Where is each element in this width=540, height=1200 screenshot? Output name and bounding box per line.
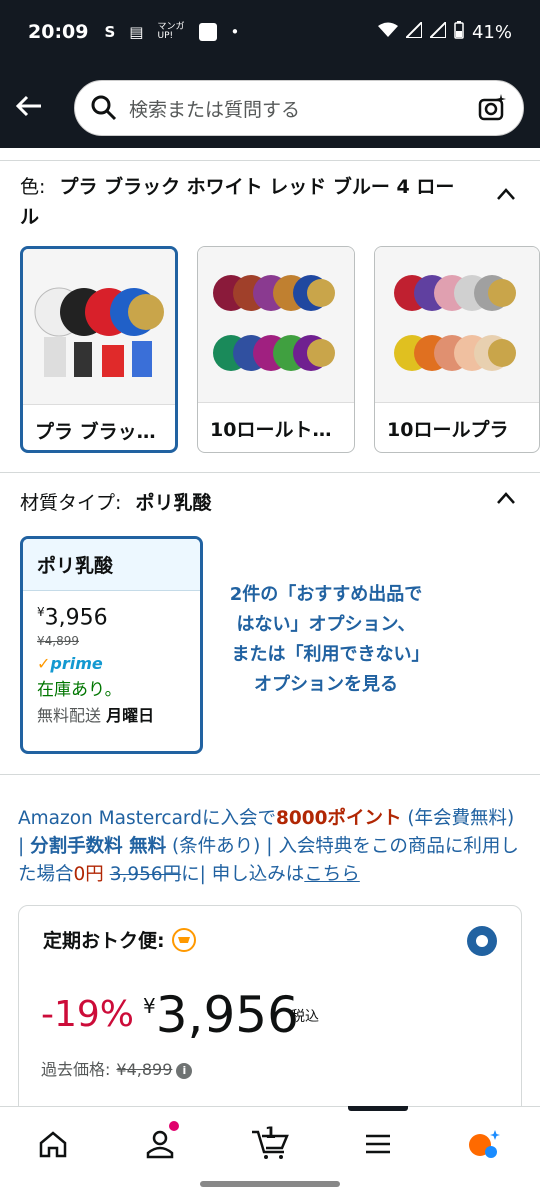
nav-rufus[interactable] [460,1119,510,1169]
battery-icon [454,20,464,44]
option-old-price: ¥4,899 [37,634,79,649]
other-options-link[interactable]: 2件の「おすすめ出品ではない」オプション、または「利用できない」オプションを見る [228,580,424,700]
material-value: ポリ乳酸 [135,492,212,514]
divider [0,160,540,161]
signal-icon-2 [427,19,447,43]
active-tab-indicator [348,1106,408,1111]
color-swatch-black-white-red-blue[interactable]: プラ ブラッ… [20,246,178,453]
subscribe-price: ¥3,956 [143,986,299,1044]
search-header: 検索または質問する [0,64,540,148]
shipping-info: 無料配送 月曜日 [37,706,155,726]
subscribe-title: 定期おトク便: [43,926,197,953]
subscribe-radio[interactable] [467,926,497,956]
search-box[interactable]: 検索または質問する [74,80,524,136]
divider [0,472,540,473]
material-section-title: 材質タイプ: ポリ乳酸 [20,488,211,518]
mastercard-promo[interactable]: Amazon Mastercardに入会で8000ポイント (年会費無料) | … [18,805,524,889]
signal-icon [403,19,423,43]
camera-search-icon[interactable] [477,93,507,123]
search-input[interactable]: 検索または質問する [129,95,477,122]
subscribe-cart-icon [171,927,196,952]
divider [0,774,540,775]
discount-percent: -19% [41,994,135,1035]
status-bar: 20:09 S ▤ マンガ UP! • 41% [0,0,540,64]
tax-included: 税込 [291,1009,319,1025]
home-icon [39,1131,67,1158]
status-time: 20:09 [28,21,89,43]
material-option-card[interactable]: ポリ乳酸 ¥3,956 ¥4,899 ✓prime 在庫あり。 無料配送 月曜日 [20,536,203,754]
search-icon [91,95,117,121]
nav-menu[interactable] [353,1119,403,1169]
option-price: ¥3,956 [37,605,108,631]
past-price: 過去価格: ¥4,899 i [41,1056,193,1080]
color-swatch-10-roll-t[interactable]: 10ロールト… [197,246,355,453]
color-value: プラ ブラック ホワイト レッド ブルー 4 ロール [20,176,455,228]
material-option-title: ポリ乳酸 [23,539,200,591]
subscribe-save-card[interactable]: 定期おトク便: -19% ¥3,956 税込 過去価格: ¥4,899 i [18,905,522,1135]
notification-dot [169,1121,179,1131]
s-icon: S [104,23,116,41]
chevron-up-icon[interactable] [496,186,516,205]
arrow-left-icon [15,95,41,117]
filament-image [23,249,175,404]
dot-icon: • [230,23,240,41]
back-button[interactable] [0,64,58,148]
color-swatch-10-roll-pla[interactable]: 10ロールプラ [374,246,540,453]
check-icon: ✓ [37,654,51,674]
cart-count: 1 [265,1123,277,1142]
info-icon[interactable]: i [176,1062,193,1079]
stock-status: 在庫あり。 [37,680,122,701]
news-icon: ▤ [129,23,144,41]
user-icon [146,1130,174,1159]
color-section-title: 色: プラ ブラック ホワイト レッド ブルー 4 ロール [20,172,460,232]
nav-home[interactable] [28,1119,78,1169]
chevron-up-icon[interactable] [496,490,516,509]
swatch-label: 10ロールプラ [375,402,539,452]
swatch-label: 10ロールト… [198,402,354,452]
manga-icon: マンガ UP! [157,22,185,41]
apply-here-link[interactable]: こちら [304,864,360,885]
assistant-icon [469,1130,500,1158]
amazon-icon [198,23,217,41]
swatch-label: プラ ブラッ… [23,404,175,450]
prime-badge: ✓prime [37,654,103,674]
color-label: 色: [20,176,46,198]
gesture-bar[interactable] [200,1181,340,1187]
filament-image [375,247,539,402]
wifi-icon [377,22,398,43]
battery-level: 41% [471,21,512,43]
material-label: 材質タイプ: [20,492,122,514]
menu-icon [366,1134,390,1154]
nav-account[interactable] [135,1119,185,1169]
nav-cart[interactable]: 1 [245,1119,295,1169]
filament-image [198,247,354,402]
